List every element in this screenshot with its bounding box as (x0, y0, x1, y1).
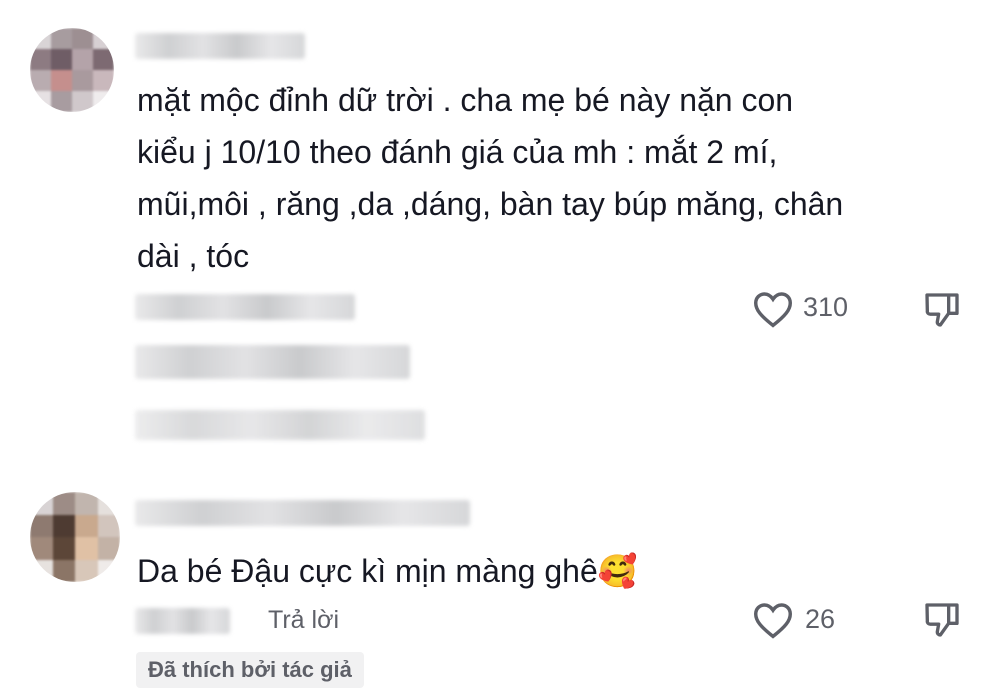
thumbs-down-icon[interactable] (921, 290, 963, 330)
avatar[interactable] (30, 492, 120, 582)
like-count: 310 (803, 292, 849, 322)
reply-button[interactable]: Trả lời (268, 606, 339, 635)
comment-text: mặt mộc đỉnh dữ trời . cha mẹ bé này nặn… (137, 74, 987, 282)
comment-line: mặt mộc đỉnh dữ trời . cha mẹ bé này nặn… (137, 82, 794, 118)
avatar[interactable] (30, 28, 114, 112)
hidden-text-blurred (135, 410, 425, 440)
heart-outline-icon[interactable] (752, 601, 794, 639)
comment-line: dài , tóc (137, 238, 250, 274)
comment-text-content: Da bé Đậu cực kì mịn màng ghê (137, 553, 598, 589)
liked-by-author-badge: Đã thích bởi tác giả (136, 652, 364, 688)
heart-outline-icon[interactable] (752, 290, 794, 328)
comment-text: Da bé Đậu cực kì mịn màng ghê🥰 (137, 545, 638, 597)
timestamp-blurred (135, 294, 355, 320)
like-count: 26 (805, 604, 836, 634)
smiling-face-with-hearts-emoji: 🥰 (597, 552, 638, 590)
thumbs-down-icon[interactable] (921, 600, 963, 640)
comment-line: mũi,môi , răng ,da ,dáng, bàn tay búp mă… (137, 186, 844, 222)
username-blurred[interactable] (135, 33, 305, 59)
view-replies-blurred[interactable] (135, 345, 410, 379)
username-blurred[interactable] (135, 500, 470, 526)
comment-line: kiểu j 10/10 theo đánh giá của mh : mắt … (137, 134, 778, 170)
timestamp-blurred (135, 608, 230, 634)
